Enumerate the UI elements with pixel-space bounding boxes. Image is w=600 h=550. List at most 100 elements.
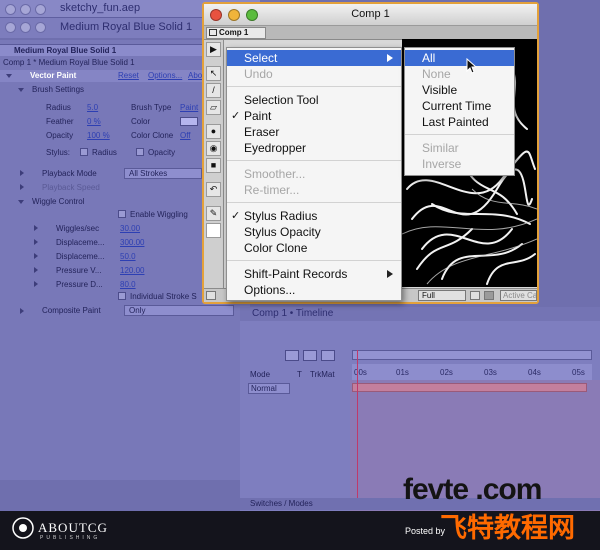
collapse-triangle-icon[interactable] (20, 308, 24, 314)
pressure2-label: Pressure D... (56, 280, 103, 289)
individual-stroke-checkbox[interactable] (118, 292, 126, 300)
playhead[interactable] (357, 350, 358, 500)
color-swatch-icon[interactable] (206, 223, 221, 238)
effect-options-link[interactable]: Options... (148, 71, 182, 80)
stylus-radius-checkbox[interactable] (80, 148, 88, 156)
submenu-item-similar[interactable]: Similar (405, 140, 514, 156)
close-dot-icon[interactable] (5, 22, 16, 33)
color-clone-value[interactable]: Off (180, 131, 191, 140)
menu-item-selection-tool[interactable]: Selection Tool (227, 92, 401, 108)
composite-paint-dropdown[interactable]: Only (124, 305, 234, 316)
menu-item-options[interactable]: Options... (227, 282, 401, 298)
collapse-triangle-icon[interactable] (34, 225, 38, 231)
collapse-triangle-icon[interactable] (20, 170, 24, 176)
menu-item-undo[interactable]: Undo (227, 66, 401, 82)
col-mode: Mode (250, 370, 271, 379)
layer-duration-bar[interactable] (352, 383, 587, 392)
brush-hard-icon[interactable]: ● (206, 124, 221, 139)
menu-item-eyedropper[interactable]: Eyedropper (227, 140, 401, 156)
opacity-value[interactable]: 100 % (87, 131, 110, 140)
menu-separator (227, 260, 401, 261)
pressure2-value[interactable]: 80.0 (120, 280, 136, 289)
checkmark-icon: ✓ (231, 210, 241, 222)
menu-separator (227, 202, 401, 203)
time-ruler[interactable]: 00s 01s 02s 03s 04s 05s (352, 364, 592, 380)
collapse-triangle-icon[interactable] (20, 184, 24, 190)
enable-wiggling-checkbox[interactable] (118, 210, 126, 218)
radius-value[interactable]: 5.0 (87, 103, 98, 112)
eraser-icon[interactable]: ▱ (206, 100, 221, 115)
submenu-item-inverse[interactable]: Inverse (405, 156, 514, 172)
minimize-dot-icon[interactable] (20, 22, 31, 33)
motion-blur-icon[interactable] (321, 350, 335, 361)
individual-stroke-label: Individual Stroke S (130, 292, 197, 301)
menu-item-select[interactable]: Select (227, 50, 401, 66)
collapse-triangle-icon[interactable] (34, 267, 38, 273)
collapse-triangle-icon[interactable] (34, 239, 38, 245)
menu-item-color-clone-label: Color Clone (244, 241, 308, 255)
collapse-triangle-icon[interactable] (34, 281, 38, 287)
submenu-item-current-time[interactable]: Current Time (405, 98, 514, 114)
comp-tab-icon (209, 29, 217, 36)
expand-triangle-icon[interactable] (6, 74, 12, 78)
timeline-switch-icons (285, 350, 345, 362)
pressure1-label: Pressure V... (56, 266, 102, 275)
comp-flowchart-icon[interactable] (206, 291, 216, 300)
menu-item-stylus-opacity[interactable]: Stylus Opacity (227, 224, 401, 240)
stylus-opacity-checkbox[interactable] (136, 148, 144, 156)
effect-reset-link[interactable]: Reset (118, 71, 139, 80)
displacement2-value[interactable]: 50.0 (120, 252, 136, 261)
color-swatch[interactable] (180, 117, 198, 126)
submenu-item-inverse-label: Inverse (422, 157, 462, 171)
zoom-dot-icon[interactable] (35, 4, 46, 15)
layer-mode-dropdown[interactable]: Normal (248, 383, 290, 394)
frame-blending-icon[interactable] (303, 350, 317, 361)
menu-item-undo-label: Undo (244, 67, 273, 81)
selection-arrow-icon[interactable]: ↖ (206, 66, 221, 81)
aboutcg-logo-icon (12, 517, 34, 539)
wiggles-value[interactable]: 30.00 (120, 224, 140, 233)
menu-item-stylus-radius[interactable]: ✓ Stylus Radius (227, 208, 401, 224)
submenu-arrow-icon (387, 270, 393, 278)
zoom-dot-icon[interactable] (35, 22, 46, 33)
pressure1-value[interactable]: 120.00 (120, 266, 144, 275)
menu-item-smoother[interactable]: Smoother... (227, 166, 401, 182)
comp-flowchart-icon[interactable] (285, 350, 299, 361)
brush-soft-icon[interactable]: ◉ (206, 141, 221, 156)
menu-item-shift-paint-records[interactable]: Shift-Paint Records (227, 266, 401, 282)
work-area-bar[interactable] (352, 350, 592, 360)
camera-dropdown[interactable]: Active Camera (500, 290, 537, 301)
close-dot-icon[interactable] (5, 4, 16, 15)
expand-triangle-icon[interactable] (18, 88, 24, 92)
switches-modes-label: Switches / Modes (250, 499, 313, 508)
menu-item-paint[interactable]: ✓ Paint (227, 108, 401, 124)
submenu-item-all[interactable]: All (405, 50, 514, 66)
resolution-dropdown[interactable]: Full (418, 290, 466, 301)
resolution-value: Full (422, 291, 435, 300)
play-icon[interactable]: ▶ (206, 42, 221, 57)
collapse-triangle-icon[interactable] (34, 253, 38, 259)
displacement1-value[interactable]: 300.00 (120, 238, 144, 247)
menu-item-paint-label: Paint (244, 109, 272, 123)
feather-value[interactable]: 0 % (87, 117, 101, 126)
watermark-cn-text: 飞特教程网 (440, 513, 575, 544)
color-label: Color (131, 117, 151, 126)
expand-triangle-icon[interactable] (18, 200, 24, 204)
playback-mode-dropdown[interactable]: All Strokes (124, 168, 202, 179)
eyedropper-icon[interactable]: ✎ (206, 206, 221, 221)
tick-label: 03s (484, 368, 497, 377)
region-of-interest-icon[interactable] (470, 291, 480, 300)
brush-type-value[interactable]: Paint (180, 103, 198, 112)
submenu-item-last-painted[interactable]: Last Painted (405, 114, 514, 130)
menu-item-retimer[interactable]: Re-timer... (227, 182, 401, 198)
brush-square-icon[interactable]: ■ (206, 158, 221, 173)
brush-icon[interactable]: / (206, 83, 221, 98)
minimize-dot-icon[interactable] (20, 4, 31, 15)
submenu-item-none[interactable]: None (405, 66, 514, 82)
transparency-grid-icon[interactable] (484, 291, 494, 300)
menu-item-eraser[interactable]: Eraser (227, 124, 401, 140)
undo-icon[interactable]: ↶ (206, 182, 221, 197)
comp-tab[interactable]: Comp 1 (206, 27, 266, 39)
submenu-item-visible[interactable]: Visible (405, 82, 514, 98)
menu-item-color-clone[interactable]: Color Clone (227, 240, 401, 256)
